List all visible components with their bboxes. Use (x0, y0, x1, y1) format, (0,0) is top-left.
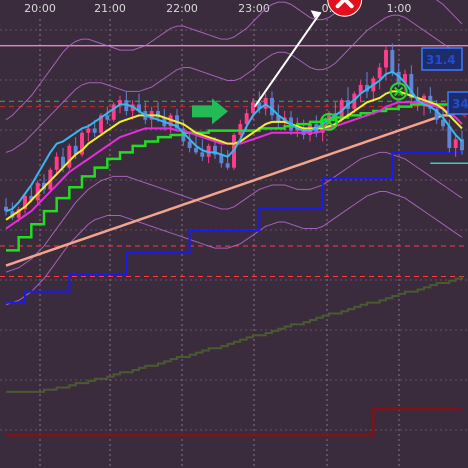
candle-body (92, 128, 97, 133)
candle-body (194, 148, 198, 153)
candle-body (225, 163, 230, 168)
x-tick-label: 22:00 (166, 2, 198, 15)
x-tick-label: 23:00 (238, 2, 270, 15)
price-tag-label: 31.4 (426, 53, 456, 67)
trading-chart: 20:00 21:00 22:00 23:00 0: 1:00 31.4 34 (0, 0, 468, 468)
chart-background (0, 0, 468, 468)
x-tick-label: 21:00 (94, 2, 126, 15)
candle-body (251, 102, 255, 114)
candle (111, 102, 116, 122)
candle-body (54, 156, 59, 170)
candle-body (453, 139, 458, 149)
candle-body (270, 97, 274, 116)
candle-body (377, 67, 382, 79)
candle-body (105, 115, 110, 120)
x-tick-label: 1:00 (387, 2, 412, 15)
candle-body (86, 128, 91, 133)
x-tick-label: 20:00 (24, 2, 56, 15)
candle-body (187, 141, 192, 149)
candle (67, 143, 72, 170)
candle-body (67, 145, 72, 168)
price-tag-label: 34 (452, 97, 468, 111)
candle-body (390, 50, 395, 72)
candle (80, 130, 84, 157)
candle-body (384, 50, 388, 68)
chart-canvas: 20:00 21:00 22:00 23:00 0: 1:0031.434 (0, 0, 468, 468)
candle-body (200, 152, 205, 157)
